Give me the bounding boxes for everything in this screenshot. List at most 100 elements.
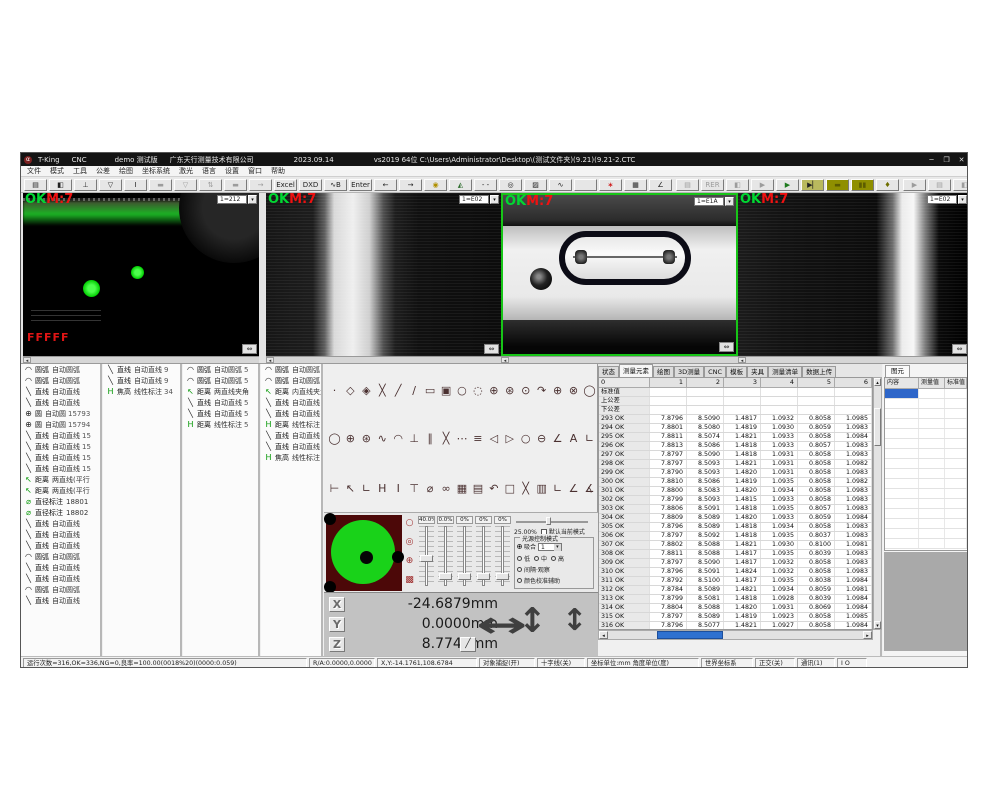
element-row[interactable] — [885, 529, 967, 539]
feature-list-item[interactable]: ╲直线自动直线 — [21, 562, 100, 573]
palette-tool-icon[interactable]: ∠ — [551, 432, 564, 446]
camera-scrollbar[interactable]: ◂ — [23, 356, 259, 363]
palette-tool-icon[interactable]: ╳ — [519, 482, 532, 496]
measure-data-row[interactable]: 315 OK7.87978.50891.48191.09230.80581.09… — [599, 613, 872, 622]
light-mode-icon[interactable]: ◎ — [404, 534, 415, 551]
camera-resize-grip[interactable]: ⇔ — [242, 344, 257, 354]
palette-tool-icon[interactable]: ╳ — [440, 432, 453, 446]
feature-list-item[interactable]: ╲直线自动直线5 — [183, 408, 258, 419]
palette-tool-icon[interactable]: ◈ — [360, 384, 373, 398]
feature-list-item[interactable]: ╲直线自动直线15 — [21, 452, 100, 463]
feature-list-item[interactable]: ╲直线自动直线5 — [183, 397, 258, 408]
feature-list-item[interactable]: H焦高线性标注66 — [261, 452, 321, 463]
feature-list-item[interactable]: H距离线性标注55 — [261, 419, 321, 430]
feature-list-item[interactable]: ↖距离内直线夹角 — [261, 386, 321, 397]
tab-绘图[interactable]: 绘图 — [653, 366, 674, 377]
measure-data-row[interactable]: 302 OK7.87998.50931.48151.09330.80581.09… — [599, 496, 872, 505]
x-axis-button[interactable]: X — [329, 597, 345, 612]
trend-chart-button[interactable]: ╱ — [460, 637, 476, 652]
light-mode-icon[interactable]: ⊕ — [404, 553, 415, 570]
palette-tool-icon[interactable]: I — [392, 482, 405, 496]
measure-data-row[interactable]: 313 OK7.87998.50811.48181.09280.80391.09… — [599, 595, 872, 604]
palette-tool-icon[interactable]: ⊢ — [328, 482, 341, 496]
palette-tool-icon[interactable]: ◠ — [392, 432, 405, 446]
measure-data-row[interactable]: 307 OK7.88028.50881.48211.09300.81001.09… — [599, 541, 872, 550]
feature-list-item[interactable]: ╲直线自动直线 — [21, 540, 100, 551]
feature-list-item[interactable]: ╲直线自动直线15 — [21, 463, 100, 474]
feature-list-item[interactable]: ◠圆弧自动圆弧 — [21, 364, 100, 375]
element-row[interactable] — [885, 469, 967, 479]
measure-vscrollbar[interactable]: ▴▾ — [873, 377, 882, 630]
menu-item-5[interactable]: 坐标系统 — [142, 166, 170, 176]
measure-data-row[interactable]: 296 OK7.88138.50861.48181.09330.80571.09… — [599, 442, 872, 451]
dxd-button[interactable]: DXD — [299, 179, 322, 191]
feature-list-item[interactable]: H距离线性标注5 — [183, 419, 258, 430]
tab-测量元素[interactable]: 测量元素 — [619, 364, 653, 377]
excel-button[interactable]: Excel — [274, 179, 297, 191]
stop-button[interactable]: ▬ — [826, 179, 849, 191]
radio-color-cal[interactable] — [517, 578, 522, 583]
feature-list-item[interactable]: ⊕圆自动圆15794 — [21, 419, 100, 430]
feature-list-item[interactable]: ◠圆弧自动圆弧5 — [261, 364, 321, 375]
palette-tool-icon[interactable]: ⌀ — [424, 482, 437, 496]
measure-data-row[interactable]: 310 OK7.87968.50911.48241.09320.80581.09… — [599, 568, 872, 577]
menu-item-0[interactable]: 文件 — [27, 166, 41, 176]
palette-tool-icon[interactable]: ∟ — [360, 482, 373, 496]
camera-view-2[interactable]: OKM:7 1=E02 ▾ ⇔ ◂ — [266, 193, 501, 363]
tab-测量清单[interactable]: 测量清单 — [768, 366, 802, 377]
menu-item-2[interactable]: 工具 — [73, 166, 87, 176]
measure-data-row[interactable]: 299 OK7.87908.50931.48201.09310.80581.09… — [599, 469, 872, 478]
tab-状态[interactable]: 状态 — [598, 366, 619, 377]
camera-resize-grip[interactable]: ⇔ — [719, 342, 734, 352]
palette-tool-icon[interactable]: ≡ — [471, 432, 484, 446]
pause-button[interactable]: ▮▮ — [851, 179, 874, 191]
feature-list-item[interactable]: ╲直线自动直线 — [21, 397, 100, 408]
chevron-down-icon[interactable]: ▾ — [248, 195, 257, 204]
palette-tool-icon[interactable]: ⊗ — [567, 384, 580, 398]
element-row[interactable] — [885, 409, 967, 419]
measure-data-row[interactable]: 295 OK7.88118.50741.48211.09330.80581.09… — [599, 433, 872, 442]
palette-tool-icon[interactable]: ⊙ — [519, 384, 532, 398]
radio-absorb[interactable] — [517, 544, 522, 549]
palette-tool-icon[interactable]: ↷ — [535, 384, 548, 398]
palette-tool-icon[interactable]: ↶ — [487, 482, 500, 496]
camera-resize-grip[interactable]: ⇔ — [952, 344, 967, 354]
minus-minus-button[interactable]: - - — [474, 179, 497, 191]
palette-tool-icon[interactable]: ╳ — [376, 384, 389, 398]
y-jog-arrows[interactable]: ↕ — [518, 601, 547, 641]
palette-tool-icon[interactable]: ∠ — [567, 482, 580, 496]
radio-interval[interactable] — [517, 567, 522, 572]
feature-list-item[interactable]: ╲直线自动直线5 — [261, 430, 321, 441]
feature-list-item[interactable]: ╲直线自动直线5 — [261, 441, 321, 452]
feature-list-item[interactable]: ↖距离两直线夹角 — [183, 386, 258, 397]
measure-data-row[interactable]: 293 OK7.87968.50901.48171.09320.80581.09… — [599, 415, 872, 424]
feature-list-item[interactable]: ◠圆弧自动圆弧5 — [183, 364, 258, 375]
palette-tool-icon[interactable]: ◇ — [344, 384, 357, 398]
measure-data-row[interactable]: 294 OK7.88018.50801.48191.09300.80591.09… — [599, 424, 872, 433]
element-row[interactable] — [885, 489, 967, 499]
measure-data-row[interactable]: 306 OK7.87978.50921.48181.09350.80371.09… — [599, 532, 872, 541]
palette-tool-icon[interactable]: ⊤ — [408, 482, 421, 496]
arrow-right-button[interactable]: → — [399, 179, 422, 191]
feature-list-item[interactable]: ╲直线自动直线9 — [103, 375, 180, 386]
light-level-select[interactable]: 1 — [538, 543, 562, 551]
y-axis-button[interactable]: Y — [329, 617, 345, 632]
measure-data-row[interactable]: 301 OK7.88008.50831.48201.09340.80581.09… — [599, 487, 872, 496]
menu-item-9[interactable]: 窗口 — [248, 166, 262, 176]
camera-scrollbar[interactable]: ◂ — [738, 356, 968, 363]
feature-list-item[interactable]: ⌀直径标注18802 — [21, 507, 100, 518]
curve-button[interactable]: ∿ — [549, 179, 572, 191]
maximize-button[interactable]: ❒ — [939, 154, 954, 165]
light-mode-icon[interactable]: ▩ — [404, 572, 415, 589]
feature-list-item[interactable]: ╲直线自动直线 — [21, 518, 100, 529]
light-slider[interactable]: 0% — [456, 516, 473, 590]
palette-tool-icon[interactable]: ⊥ — [408, 432, 421, 446]
blank-button[interactable] — [574, 179, 597, 191]
element-row[interactable] — [885, 519, 967, 529]
tab-数据上传[interactable]: 数据上传 — [802, 366, 836, 377]
enter-button[interactable]: Enter — [349, 179, 372, 191]
measure-data-row[interactable]: 312 OK7.87848.50891.48211.09340.80591.09… — [599, 586, 872, 595]
palette-tool-icon[interactable]: ▣ — [440, 384, 453, 398]
tab-CNC[interactable]: CNC — [704, 366, 726, 377]
palette-tool-icon[interactable]: □ — [503, 482, 516, 496]
